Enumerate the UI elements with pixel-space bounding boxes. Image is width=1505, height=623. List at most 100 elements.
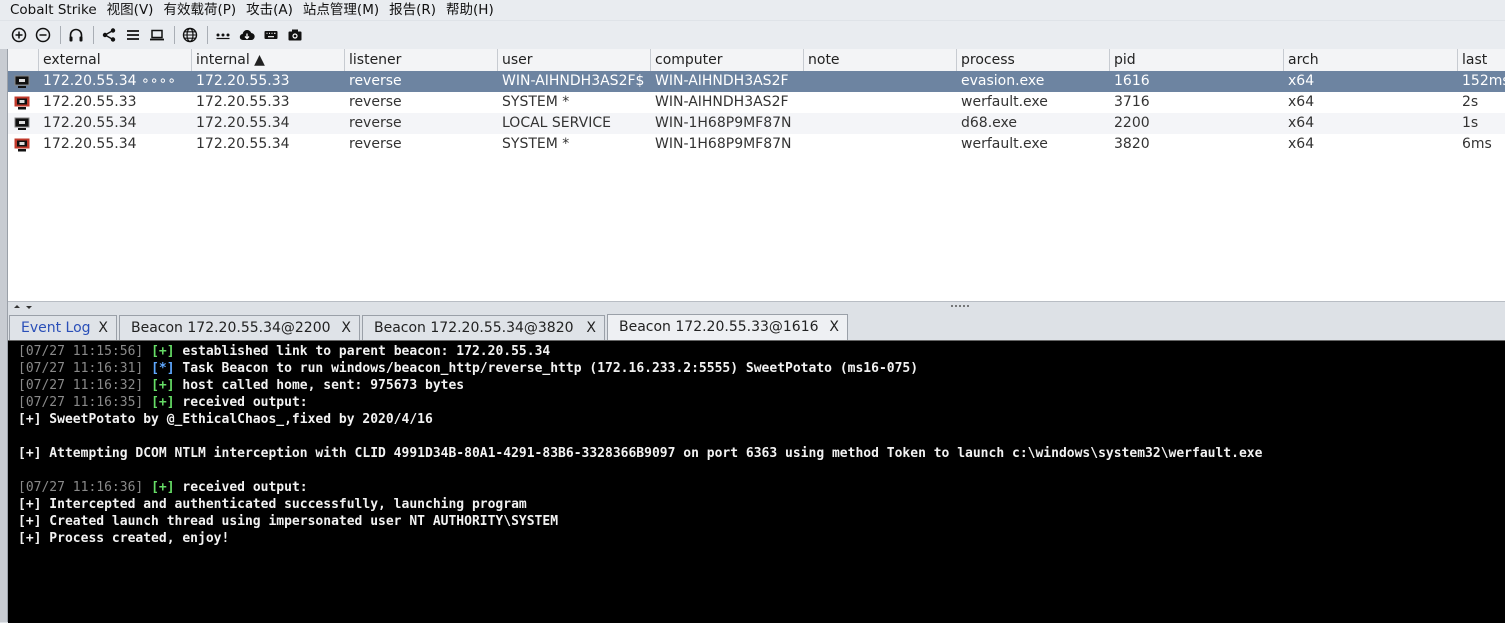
cell-pid: 2200	[1114, 115, 1150, 131]
tab-close-button[interactable]: X	[829, 315, 839, 339]
tab-bar: Event Log X Beacon 172.20.55.34@2200 X B…	[8, 313, 1505, 341]
cell-user: WIN-AIHNDH3AS2F$	[502, 73, 645, 89]
cell-external: 172.20.55.34	[43, 136, 137, 152]
table-row[interactable]: 172.20.55.34 ∘∘∘∘ 172.20.55.33 reverse W…	[8, 71, 1505, 92]
column-header-external[interactable]: external	[38, 49, 191, 71]
table-row[interactable]: 172.20.55.34 172.20.55.34 reverse LOCAL …	[8, 113, 1505, 134]
cell-arch: x64	[1288, 115, 1315, 131]
camera-icon[interactable]	[284, 24, 306, 46]
cell-external: 172.20.55.34	[43, 115, 137, 131]
cell-last: 1s	[1462, 115, 1479, 131]
tab-label: Beacon 172.20.55.33@1616	[619, 319, 819, 335]
sessions-table: external internal ▲ listener user comput…	[8, 49, 1505, 301]
cell-process: werfault.exe	[961, 94, 1048, 110]
cloud-download-icon[interactable]	[236, 24, 258, 46]
column-header-arch[interactable]: arch	[1283, 49, 1457, 71]
console-text: Task Beacon to run windows/beacon_http/r…	[182, 361, 919, 376]
cell-process: werfault.exe	[961, 136, 1048, 152]
column-header-last[interactable]: last	[1457, 49, 1505, 71]
console-text: established link to parent beacon: 172.2…	[182, 344, 551, 359]
table-row[interactable]: 172.20.55.34 172.20.55.34 reverse SYSTEM…	[8, 134, 1505, 155]
console-status-tag: [*]	[151, 361, 175, 376]
minus-circle-icon[interactable]	[32, 24, 54, 46]
console-status-tag: [+]	[151, 395, 175, 410]
console-text: host called home, sent: 975673 bytes	[182, 378, 465, 393]
cell-note	[804, 134, 808, 155]
column-header-note[interactable]: note	[803, 49, 956, 71]
column-header-listener[interactable]: listener	[344, 49, 497, 71]
column-header-computer[interactable]: computer	[650, 49, 803, 71]
cell-note	[804, 113, 808, 134]
beacon-session-icon	[14, 75, 30, 88]
cell-arch: x64	[1288, 94, 1315, 110]
toolbar-separator	[60, 26, 61, 44]
tab-label: Beacon 172.20.55.34@2200	[131, 320, 331, 336]
console-text: [+] Attempting DCOM NTLM interception wi…	[18, 446, 1263, 461]
headphones-icon[interactable]	[65, 24, 87, 46]
console-timestamp: [07/27 11:16:31]	[18, 361, 144, 376]
menu-payloads[interactable]: 有效载荷(P)	[157, 0, 240, 20]
elevated-beacon-icon	[14, 96, 30, 110]
console-line: [+] Intercepted and authenticated succes…	[18, 496, 1262, 513]
menu-view[interactable]: 视图(V)	[101, 0, 158, 20]
tab-label: Beacon 172.20.55.34@3820	[374, 320, 574, 336]
cell-last: 6ms	[1462, 136, 1492, 152]
console-text: [+] Created launch thread using imperson…	[18, 514, 559, 529]
tab-beacon-2200[interactable]: Beacon 172.20.55.34@2200 X	[119, 315, 360, 340]
cell-computer: WIN-AIHNDH3AS2F	[655, 73, 789, 89]
cell-process: evasion.exe	[961, 73, 1045, 89]
cell-computer: WIN-AIHNDH3AS2F	[655, 94, 789, 110]
cell-process: d68.exe	[961, 115, 1017, 131]
console-line: [07/27 11:16:35] [+] received output:	[18, 394, 1262, 411]
cell-last: 152ms	[1462, 73, 1505, 89]
tab-close-button[interactable]: X	[586, 316, 596, 340]
cell-arch: x64	[1288, 136, 1315, 152]
menu-cobalt-strike[interactable]: Cobalt Strike	[0, 0, 101, 20]
globe-icon[interactable]	[179, 24, 201, 46]
tab-event-log[interactable]: Event Log X	[9, 315, 117, 340]
tab-close-button[interactable]: X	[98, 316, 108, 340]
dots-icon[interactable]	[212, 24, 234, 46]
column-header-pid[interactable]: pid	[1109, 49, 1283, 71]
console-line: [+] Process created, enjoy!	[18, 530, 1262, 547]
collapse-arrows-icon[interactable]	[12, 303, 34, 311]
menu-reporting[interactable]: 报告(R)	[383, 0, 440, 20]
share-icon[interactable]	[98, 24, 120, 46]
list-icon[interactable]	[122, 24, 144, 46]
tab-beacon-3820[interactable]: Beacon 172.20.55.34@3820 X	[362, 315, 605, 340]
console-timestamp: [07/27 11:16:32]	[18, 378, 144, 393]
cell-pid: 1616	[1114, 73, 1150, 89]
console-status-tag: [+]	[151, 378, 175, 393]
console-status-tag: [+]	[151, 480, 175, 495]
beacon-console[interactable]: [07/27 11:15:56] [+] established link to…	[8, 340, 1505, 623]
menu-attacks[interactable]: 攻击(A)	[240, 0, 297, 20]
column-header-process[interactable]: process	[956, 49, 1109, 71]
tab-beacon-1616[interactable]: Beacon 172.20.55.33@1616 X	[607, 314, 848, 341]
console-text: [+] Process created, enjoy!	[18, 531, 230, 546]
menu-site-management[interactable]: 站点管理(M)	[297, 0, 383, 20]
cell-pid: 3820	[1114, 136, 1150, 152]
cell-external: 172.20.55.34 ∘∘∘∘	[43, 73, 177, 89]
column-header-internal[interactable]: internal ▲	[191, 49, 344, 71]
console-status-tag: [+]	[151, 344, 175, 359]
cell-note	[804, 92, 808, 113]
cell-pid: 3716	[1114, 94, 1150, 110]
beacon-session-icon	[14, 117, 30, 130]
keyboard-icon[interactable]	[260, 24, 282, 46]
column-header-user[interactable]: user	[497, 49, 650, 71]
menu-help[interactable]: 帮助(H)	[440, 0, 498, 20]
toolbar-separator	[174, 26, 175, 44]
cell-internal: 172.20.55.33	[196, 94, 290, 110]
left-edge-strip	[0, 49, 8, 622]
cell-arch: x64	[1288, 73, 1315, 89]
laptop-icon[interactable]	[146, 24, 168, 46]
cell-listener: reverse	[349, 73, 402, 89]
table-row[interactable]: 172.20.55.33 172.20.55.33 reverse SYSTEM…	[8, 92, 1505, 113]
cell-user: LOCAL SERVICE	[502, 115, 611, 131]
console-text: [+] Intercepted and authenticated succes…	[18, 497, 527, 512]
console-text: [+] SweetPotato by @_EthicalChaos_,fixed…	[18, 412, 433, 427]
cell-last: 2s	[1462, 94, 1479, 110]
plus-circle-icon[interactable]	[8, 24, 30, 46]
tab-close-button[interactable]: X	[341, 316, 351, 340]
console-line: [+] Attempting DCOM NTLM interception wi…	[18, 445, 1262, 462]
